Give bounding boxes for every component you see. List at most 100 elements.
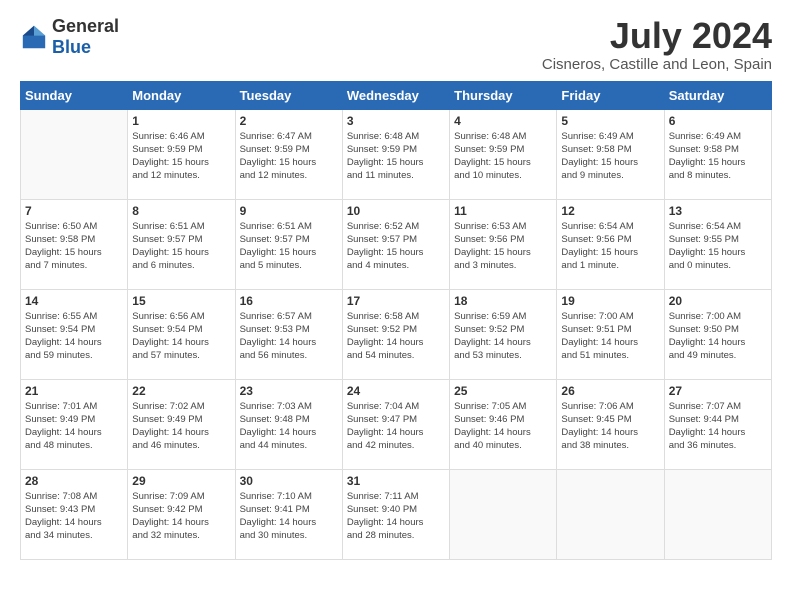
- cell-w2-d5: 11 Sunrise: 6:53 AM Sunset: 9:56 PM Dayli…: [450, 199, 557, 289]
- header-tuesday: Tuesday: [235, 81, 342, 109]
- cell-w5-d1: 28Sunrise: 7:08 AM Sunset: 9:43 PM Dayli…: [21, 469, 128, 559]
- day-info-29: Sunrise: 7:09 AM Sunset: 9:42 PM Dayligh…: [132, 490, 230, 543]
- cell-w3-d7: 20 Sunrise: 7:00 AM Sunset: 9:50 PM Dayli…: [664, 289, 771, 379]
- day-number-22: 22: [132, 384, 230, 398]
- day-info-8: Sunrise: 6:51 AM Sunset: 9:57 PM Dayligh…: [132, 220, 230, 273]
- day-info-3: Sunrise: 6:48 AM Sunset: 9:59 PM Dayligh…: [347, 130, 445, 183]
- week-row-1: 1 Sunrise: 6:46 AM Sunset: 9:59 PM Daylig…: [21, 109, 772, 199]
- page-header: General Blue July 2024 Cisneros, Castill…: [20, 16, 772, 73]
- day-info-30: Sunrise: 7:10 AM Sunset: 9:41 PM Dayligh…: [240, 490, 338, 543]
- calendar-header-row: Sunday Monday Tuesday Wednesday Thursday…: [21, 81, 772, 109]
- day-info-10: Sunrise: 6:52 AM Sunset: 9:57 PM Dayligh…: [347, 220, 445, 273]
- day-number-16: 16: [240, 294, 338, 308]
- day-info-12: Sunrise: 6:54 AM Sunset: 9:56 PM Dayligh…: [561, 220, 659, 273]
- day-info-16: Sunrise: 6:57 AM Sunset: 9:53 PM Dayligh…: [240, 310, 338, 363]
- header-sunday: Sunday: [21, 81, 128, 109]
- day-info-6: Sunrise: 6:49 AM Sunset: 9:58 PM Dayligh…: [669, 130, 767, 183]
- cell-w5-d7: [664, 469, 771, 559]
- cell-w2-d3: 9 Sunrise: 6:51 AM Sunset: 9:57 PM Daylig…: [235, 199, 342, 289]
- logo-general: General: [52, 16, 119, 37]
- day-info-20: Sunrise: 7:00 AM Sunset: 9:50 PM Dayligh…: [669, 310, 767, 363]
- day-number-21: 21: [25, 384, 123, 398]
- day-number-15: 15: [132, 294, 230, 308]
- day-info-18: Sunrise: 6:59 AM Sunset: 9:52 PM Dayligh…: [454, 310, 552, 363]
- cell-w1-d5: 4 Sunrise: 6:48 AM Sunset: 9:59 PM Daylig…: [450, 109, 557, 199]
- day-number-1: 1: [132, 114, 230, 128]
- cell-w5-d3: 30Sunrise: 7:10 AM Sunset: 9:41 PM Dayli…: [235, 469, 342, 559]
- logo-icon: [20, 23, 48, 51]
- location-title: Cisneros, Castille and Leon, Spain: [542, 56, 772, 73]
- header-thursday: Thursday: [450, 81, 557, 109]
- cell-w4-d3: 23Sunrise: 7:03 AM Sunset: 9:48 PM Dayli…: [235, 379, 342, 469]
- month-title: July 2024: [542, 16, 772, 56]
- cell-w3-d3: 16 Sunrise: 6:57 AM Sunset: 9:53 PM Dayli…: [235, 289, 342, 379]
- header-saturday: Saturday: [664, 81, 771, 109]
- day-info-25: Sunrise: 7:05 AM Sunset: 9:46 PM Dayligh…: [454, 400, 552, 453]
- day-info-15: Sunrise: 6:56 AM Sunset: 9:54 PM Dayligh…: [132, 310, 230, 363]
- week-row-5: 28Sunrise: 7:08 AM Sunset: 9:43 PM Dayli…: [21, 469, 772, 559]
- day-info-9: Sunrise: 6:51 AM Sunset: 9:57 PM Dayligh…: [240, 220, 338, 273]
- day-info-17: Sunrise: 6:58 AM Sunset: 9:52 PM Dayligh…: [347, 310, 445, 363]
- logo-text: General Blue: [52, 16, 119, 58]
- header-wednesday: Wednesday: [342, 81, 449, 109]
- cell-w4-d5: 25 Sunrise: 7:05 AM Sunset: 9:46 PM Dayli…: [450, 379, 557, 469]
- day-info-24: Sunrise: 7:04 AM Sunset: 9:47 PM Dayligh…: [347, 400, 445, 453]
- cell-w5-d6: [557, 469, 664, 559]
- week-row-2: 7Sunrise: 6:50 AM Sunset: 9:58 PM Daylig…: [21, 199, 772, 289]
- week-row-3: 14 Sunrise: 6:55 AM Sunset: 9:54 PM Dayli…: [21, 289, 772, 379]
- day-info-22: Sunrise: 7:02 AM Sunset: 9:49 PM Dayligh…: [132, 400, 230, 453]
- day-number-3: 3: [347, 114, 445, 128]
- day-number-6: 6: [669, 114, 767, 128]
- day-number-25: 25: [454, 384, 552, 398]
- cell-w1-d2: 1 Sunrise: 6:46 AM Sunset: 9:59 PM Daylig…: [128, 109, 235, 199]
- logo: General Blue: [20, 16, 119, 58]
- cell-w5-d2: 29 Sunrise: 7:09 AM Sunset: 9:42 PM Dayli…: [128, 469, 235, 559]
- day-number-26: 26: [561, 384, 659, 398]
- day-number-2: 2: [240, 114, 338, 128]
- cell-w3-d4: 17 Sunrise: 6:58 AM Sunset: 9:52 PM Dayli…: [342, 289, 449, 379]
- cell-w1-d1: [21, 109, 128, 199]
- title-block: July 2024 Cisneros, Castille and Leon, S…: [542, 16, 772, 73]
- day-info-13: Sunrise: 6:54 AM Sunset: 9:55 PM Dayligh…: [669, 220, 767, 273]
- cell-w5-d5: [450, 469, 557, 559]
- cell-w4-d2: 22 Sunrise: 7:02 AM Sunset: 9:49 PM Dayli…: [128, 379, 235, 469]
- day-info-26: Sunrise: 7:06 AM Sunset: 9:45 PM Dayligh…: [561, 400, 659, 453]
- day-info-19: Sunrise: 7:00 AM Sunset: 9:51 PM Dayligh…: [561, 310, 659, 363]
- day-info-11: Sunrise: 6:53 AM Sunset: 9:56 PM Dayligh…: [454, 220, 552, 273]
- day-info-1: Sunrise: 6:46 AM Sunset: 9:59 PM Dayligh…: [132, 130, 230, 183]
- cell-w1-d3: 2 Sunrise: 6:47 AM Sunset: 9:59 PM Daylig…: [235, 109, 342, 199]
- day-info-14: Sunrise: 6:55 AM Sunset: 9:54 PM Dayligh…: [25, 310, 123, 363]
- day-info-7: Sunrise: 6:50 AM Sunset: 9:58 PM Dayligh…: [25, 220, 123, 273]
- day-info-31: Sunrise: 7:11 AM Sunset: 9:40 PM Dayligh…: [347, 490, 445, 543]
- day-number-14: 14: [25, 294, 123, 308]
- day-info-27: Sunrise: 7:07 AM Sunset: 9:44 PM Dayligh…: [669, 400, 767, 453]
- day-info-4: Sunrise: 6:48 AM Sunset: 9:59 PM Dayligh…: [454, 130, 552, 183]
- day-number-10: 10: [347, 204, 445, 218]
- day-number-11: 11: [454, 204, 552, 218]
- week-row-4: 21Sunrise: 7:01 AM Sunset: 9:49 PM Dayli…: [21, 379, 772, 469]
- cell-w4-d7: 27 Sunrise: 7:07 AM Sunset: 9:44 PM Dayli…: [664, 379, 771, 469]
- cell-w5-d4: 31Sunrise: 7:11 AM Sunset: 9:40 PM Dayli…: [342, 469, 449, 559]
- day-number-23: 23: [240, 384, 338, 398]
- day-number-5: 5: [561, 114, 659, 128]
- cell-w3-d5: 18Sunrise: 6:59 AM Sunset: 9:52 PM Dayli…: [450, 289, 557, 379]
- day-number-20: 20: [669, 294, 767, 308]
- day-number-4: 4: [454, 114, 552, 128]
- cell-w3-d2: 15 Sunrise: 6:56 AM Sunset: 9:54 PM Dayli…: [128, 289, 235, 379]
- header-friday: Friday: [557, 81, 664, 109]
- day-info-2: Sunrise: 6:47 AM Sunset: 9:59 PM Dayligh…: [240, 130, 338, 183]
- cell-w2-d6: 12Sunrise: 6:54 AM Sunset: 9:56 PM Dayli…: [557, 199, 664, 289]
- day-number-29: 29: [132, 474, 230, 488]
- cell-w3-d1: 14 Sunrise: 6:55 AM Sunset: 9:54 PM Dayli…: [21, 289, 128, 379]
- cell-w1-d6: 5 Sunrise: 6:49 AM Sunset: 9:58 PM Daylig…: [557, 109, 664, 199]
- day-number-17: 17: [347, 294, 445, 308]
- day-info-28: Sunrise: 7:08 AM Sunset: 9:43 PM Dayligh…: [25, 490, 123, 543]
- day-number-27: 27: [669, 384, 767, 398]
- cell-w2-d7: 13Sunrise: 6:54 AM Sunset: 9:55 PM Dayli…: [664, 199, 771, 289]
- cell-w1-d4: 3 Sunrise: 6:48 AM Sunset: 9:59 PM Daylig…: [342, 109, 449, 199]
- day-number-19: 19: [561, 294, 659, 308]
- cell-w4-d4: 24Sunrise: 7:04 AM Sunset: 9:47 PM Dayli…: [342, 379, 449, 469]
- day-info-5: Sunrise: 6:49 AM Sunset: 9:58 PM Dayligh…: [561, 130, 659, 183]
- day-number-9: 9: [240, 204, 338, 218]
- cell-w2-d1: 7Sunrise: 6:50 AM Sunset: 9:58 PM Daylig…: [21, 199, 128, 289]
